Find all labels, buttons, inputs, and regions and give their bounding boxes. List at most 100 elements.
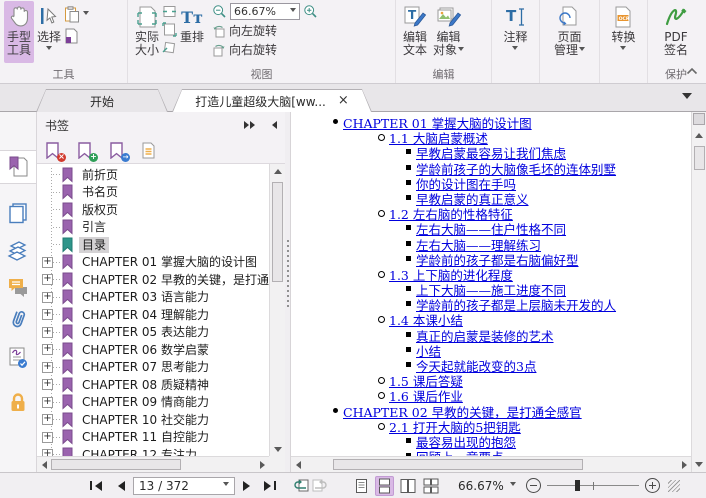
rotate-right-button[interactable]: 向右旋转 bbox=[212, 40, 318, 59]
bookmark-item[interactable]: CHAPTER 04 理解能力 bbox=[39, 306, 269, 324]
bookmark-item[interactable]: CHAPTER 08 质疑精神 bbox=[39, 376, 269, 394]
bookmark-item[interactable]: 目录 bbox=[39, 236, 269, 254]
add-bookmark-button[interactable] bbox=[77, 141, 98, 162]
scrollbar-thumb[interactable] bbox=[694, 146, 705, 170]
continuous-layout-button[interactable] bbox=[375, 475, 394, 496]
expand-plus-icon[interactable] bbox=[42, 379, 53, 391]
select-tool-button[interactable]: 选择 bbox=[34, 1, 64, 63]
close-tab-icon[interactable]: × bbox=[338, 95, 349, 107]
bookmark-item[interactable]: CHAPTER 10 社交能力 bbox=[39, 411, 269, 429]
expand-plus-icon[interactable] bbox=[42, 431, 53, 443]
pdf-sign-button[interactable]: PDF 签名 bbox=[660, 1, 692, 63]
bookmark-item[interactable]: 前折页 bbox=[39, 166, 269, 184]
zoom-level-combo[interactable]: 66.67% bbox=[230, 3, 301, 20]
fit-visible-icon[interactable] bbox=[162, 40, 177, 55]
zoom-in-icon[interactable] bbox=[303, 4, 318, 19]
slider-thumb[interactable] bbox=[574, 480, 580, 491]
comments-panel-icon[interactable] bbox=[0, 270, 36, 304]
scroll-right-icon[interactable] bbox=[677, 458, 691, 472]
expand-plus-icon[interactable] bbox=[42, 291, 53, 303]
scrollbar-thumb[interactable] bbox=[51, 459, 181, 470]
security-lock-icon[interactable] bbox=[0, 386, 36, 420]
expand-plus-icon[interactable] bbox=[42, 414, 53, 426]
scroll-left-icon[interactable] bbox=[291, 458, 305, 472]
fit-width-icon[interactable] bbox=[162, 4, 177, 19]
collapse-panel-icon[interactable] bbox=[268, 121, 277, 129]
document-horizontal-scrollbar[interactable] bbox=[291, 456, 691, 472]
snapshot-button[interactable] bbox=[64, 28, 89, 44]
expand-panel-icon[interactable] bbox=[244, 118, 256, 132]
page-thumbnails-icon[interactable] bbox=[0, 196, 36, 230]
expand-plus-icon[interactable] bbox=[42, 326, 53, 338]
previous-view-button[interactable] bbox=[292, 477, 310, 495]
bookmark-item[interactable]: CHAPTER 07 思考能力 bbox=[39, 359, 269, 377]
bookmark-item[interactable]: CHAPTER 12 专注力 bbox=[39, 446, 269, 456]
bookmark-item[interactable]: CHAPTER 09 情商能力 bbox=[39, 394, 269, 412]
bookmark-item[interactable]: CHAPTER 02 早教的关键，是打通全 bbox=[39, 271, 269, 289]
bookmark-item[interactable]: CHAPTER 11 自控能力 bbox=[39, 429, 269, 447]
comment-button[interactable]: T 注释 bbox=[500, 1, 530, 63]
last-page-button[interactable] bbox=[262, 477, 280, 495]
bookmark-item[interactable]: 版权页 bbox=[39, 201, 269, 219]
paste-button[interactable] bbox=[64, 6, 90, 23]
expand-current-bookmark-button[interactable] bbox=[141, 142, 158, 160]
facing-layout-button[interactable] bbox=[398, 476, 417, 496]
bookmarks-horizontal-scrollbar[interactable] bbox=[37, 456, 269, 472]
page-manage-button[interactable]: 页面 管理 bbox=[551, 1, 588, 63]
attachments-icon[interactable] bbox=[0, 302, 36, 336]
expand-plus-icon[interactable] bbox=[42, 361, 53, 373]
bookmark-item[interactable]: 引言 bbox=[39, 219, 269, 237]
actual-size-button[interactable]: 实际 大小 bbox=[132, 1, 162, 63]
bookmark-item[interactable]: CHAPTER 05 表达能力 bbox=[39, 324, 269, 342]
edit-text-button[interactable]: T 编辑 文本 bbox=[400, 1, 430, 63]
expand-plus-icon[interactable] bbox=[42, 449, 53, 456]
scroll-right-icon[interactable] bbox=[255, 458, 269, 472]
document-scroll-down[interactable] bbox=[691, 456, 706, 472]
collapse-ribbon-button[interactable] bbox=[686, 67, 698, 75]
scroll-down-icon[interactable] bbox=[271, 442, 285, 456]
expand-plus-icon[interactable] bbox=[42, 309, 53, 321]
previous-page-button[interactable] bbox=[110, 477, 128, 495]
scroll-left-icon[interactable] bbox=[37, 458, 51, 472]
scroll-down-icon[interactable] bbox=[695, 461, 703, 471]
digital-signature-icon[interactable] bbox=[0, 340, 36, 374]
expand-plus-icon[interactable] bbox=[42, 396, 53, 408]
split-view-handle[interactable] bbox=[693, 113, 705, 125]
chevron-down-icon[interactable] bbox=[509, 482, 516, 489]
layers-icon[interactable] bbox=[0, 233, 36, 267]
scroll-up-icon[interactable] bbox=[271, 164, 285, 178]
facing-continuous-layout-button[interactable] bbox=[421, 476, 440, 496]
expand-plus-icon[interactable] bbox=[42, 256, 53, 268]
tab-list-dropdown-icon[interactable] bbox=[682, 93, 692, 104]
bookmark-item[interactable]: CHAPTER 06 数学启蒙 bbox=[39, 341, 269, 359]
scroll-up-icon[interactable] bbox=[692, 128, 706, 142]
tab-home[interactable]: 开始 bbox=[36, 89, 168, 112]
tab-document[interactable]: 打造儿童超级大脑[ww... × bbox=[172, 89, 372, 112]
scrollbar-thumb[interactable] bbox=[272, 182, 283, 282]
rotate-left-button[interactable]: 向左旋转 bbox=[212, 21, 318, 40]
bookmarks-panel-icon[interactable] bbox=[0, 150, 36, 184]
zoom-out-icon[interactable] bbox=[212, 4, 227, 19]
first-page-button[interactable] bbox=[86, 477, 104, 495]
hand-tool-button[interactable]: 手型 工具 bbox=[4, 1, 35, 63]
scrollbar-thumb[interactable] bbox=[333, 459, 583, 470]
delete-bookmark-button[interactable] bbox=[45, 141, 66, 162]
resize-grip-icon[interactable] bbox=[667, 479, 680, 492]
expand-plus-icon[interactable] bbox=[42, 344, 53, 356]
page-number-input[interactable]: 13 / 372 bbox=[133, 476, 235, 495]
bookmark-item[interactable]: CHAPTER 01 掌握大脑的设计图 bbox=[39, 254, 269, 272]
document-vertical-scrollbar[interactable] bbox=[691, 112, 706, 456]
next-view-button[interactable] bbox=[310, 477, 328, 495]
bookmark-item[interactable]: CHAPTER 03 语言能力 bbox=[39, 289, 269, 307]
zoom-in-button[interactable] bbox=[644, 478, 660, 493]
edit-object-button[interactable]: 编辑 对象 bbox=[430, 1, 467, 63]
next-page-button[interactable] bbox=[240, 477, 258, 495]
reflow-button[interactable]: Tт 重排 bbox=[177, 1, 207, 63]
bookmark-item[interactable]: 书名页 bbox=[39, 184, 269, 202]
zoom-slider[interactable] bbox=[546, 479, 639, 493]
locate-bookmark-button[interactable] bbox=[109, 141, 130, 162]
bookmarks-vertical-scrollbar[interactable] bbox=[269, 164, 285, 456]
single-page-layout-button[interactable] bbox=[352, 476, 371, 496]
fit-page-icon[interactable] bbox=[162, 22, 177, 37]
expand-plus-icon[interactable] bbox=[42, 274, 53, 286]
